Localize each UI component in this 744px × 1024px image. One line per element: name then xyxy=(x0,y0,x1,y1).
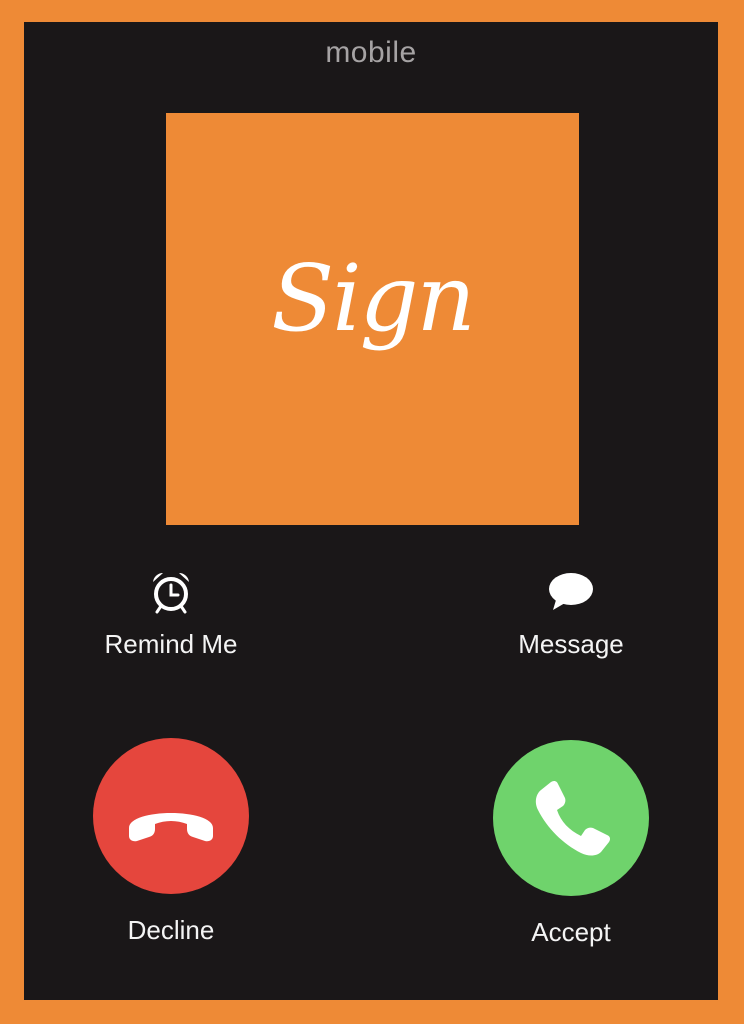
decline-button[interactable] xyxy=(93,738,249,894)
accept-button[interactable] xyxy=(493,740,649,896)
caller-artwork: Sign xyxy=(166,113,579,525)
caller-artwork-text: Sign xyxy=(271,245,476,352)
accept-label: Accept xyxy=(531,917,611,947)
call-type-label: mobile xyxy=(325,36,417,69)
remind-me-label: Remind Me xyxy=(104,629,238,659)
message-button[interactable]: Message xyxy=(471,570,671,660)
decline-label: Decline xyxy=(127,915,215,945)
incoming-call-screen: mobile Sign Remind Me Message Decline Ac… xyxy=(24,22,718,1000)
phone-icon xyxy=(535,780,611,856)
speech-bubble-icon xyxy=(471,570,671,619)
message-label: Message xyxy=(518,629,624,659)
alarm-clock-icon xyxy=(71,570,271,619)
phone-hangup-icon xyxy=(129,813,213,842)
remind-me-button[interactable]: Remind Me xyxy=(71,570,271,660)
